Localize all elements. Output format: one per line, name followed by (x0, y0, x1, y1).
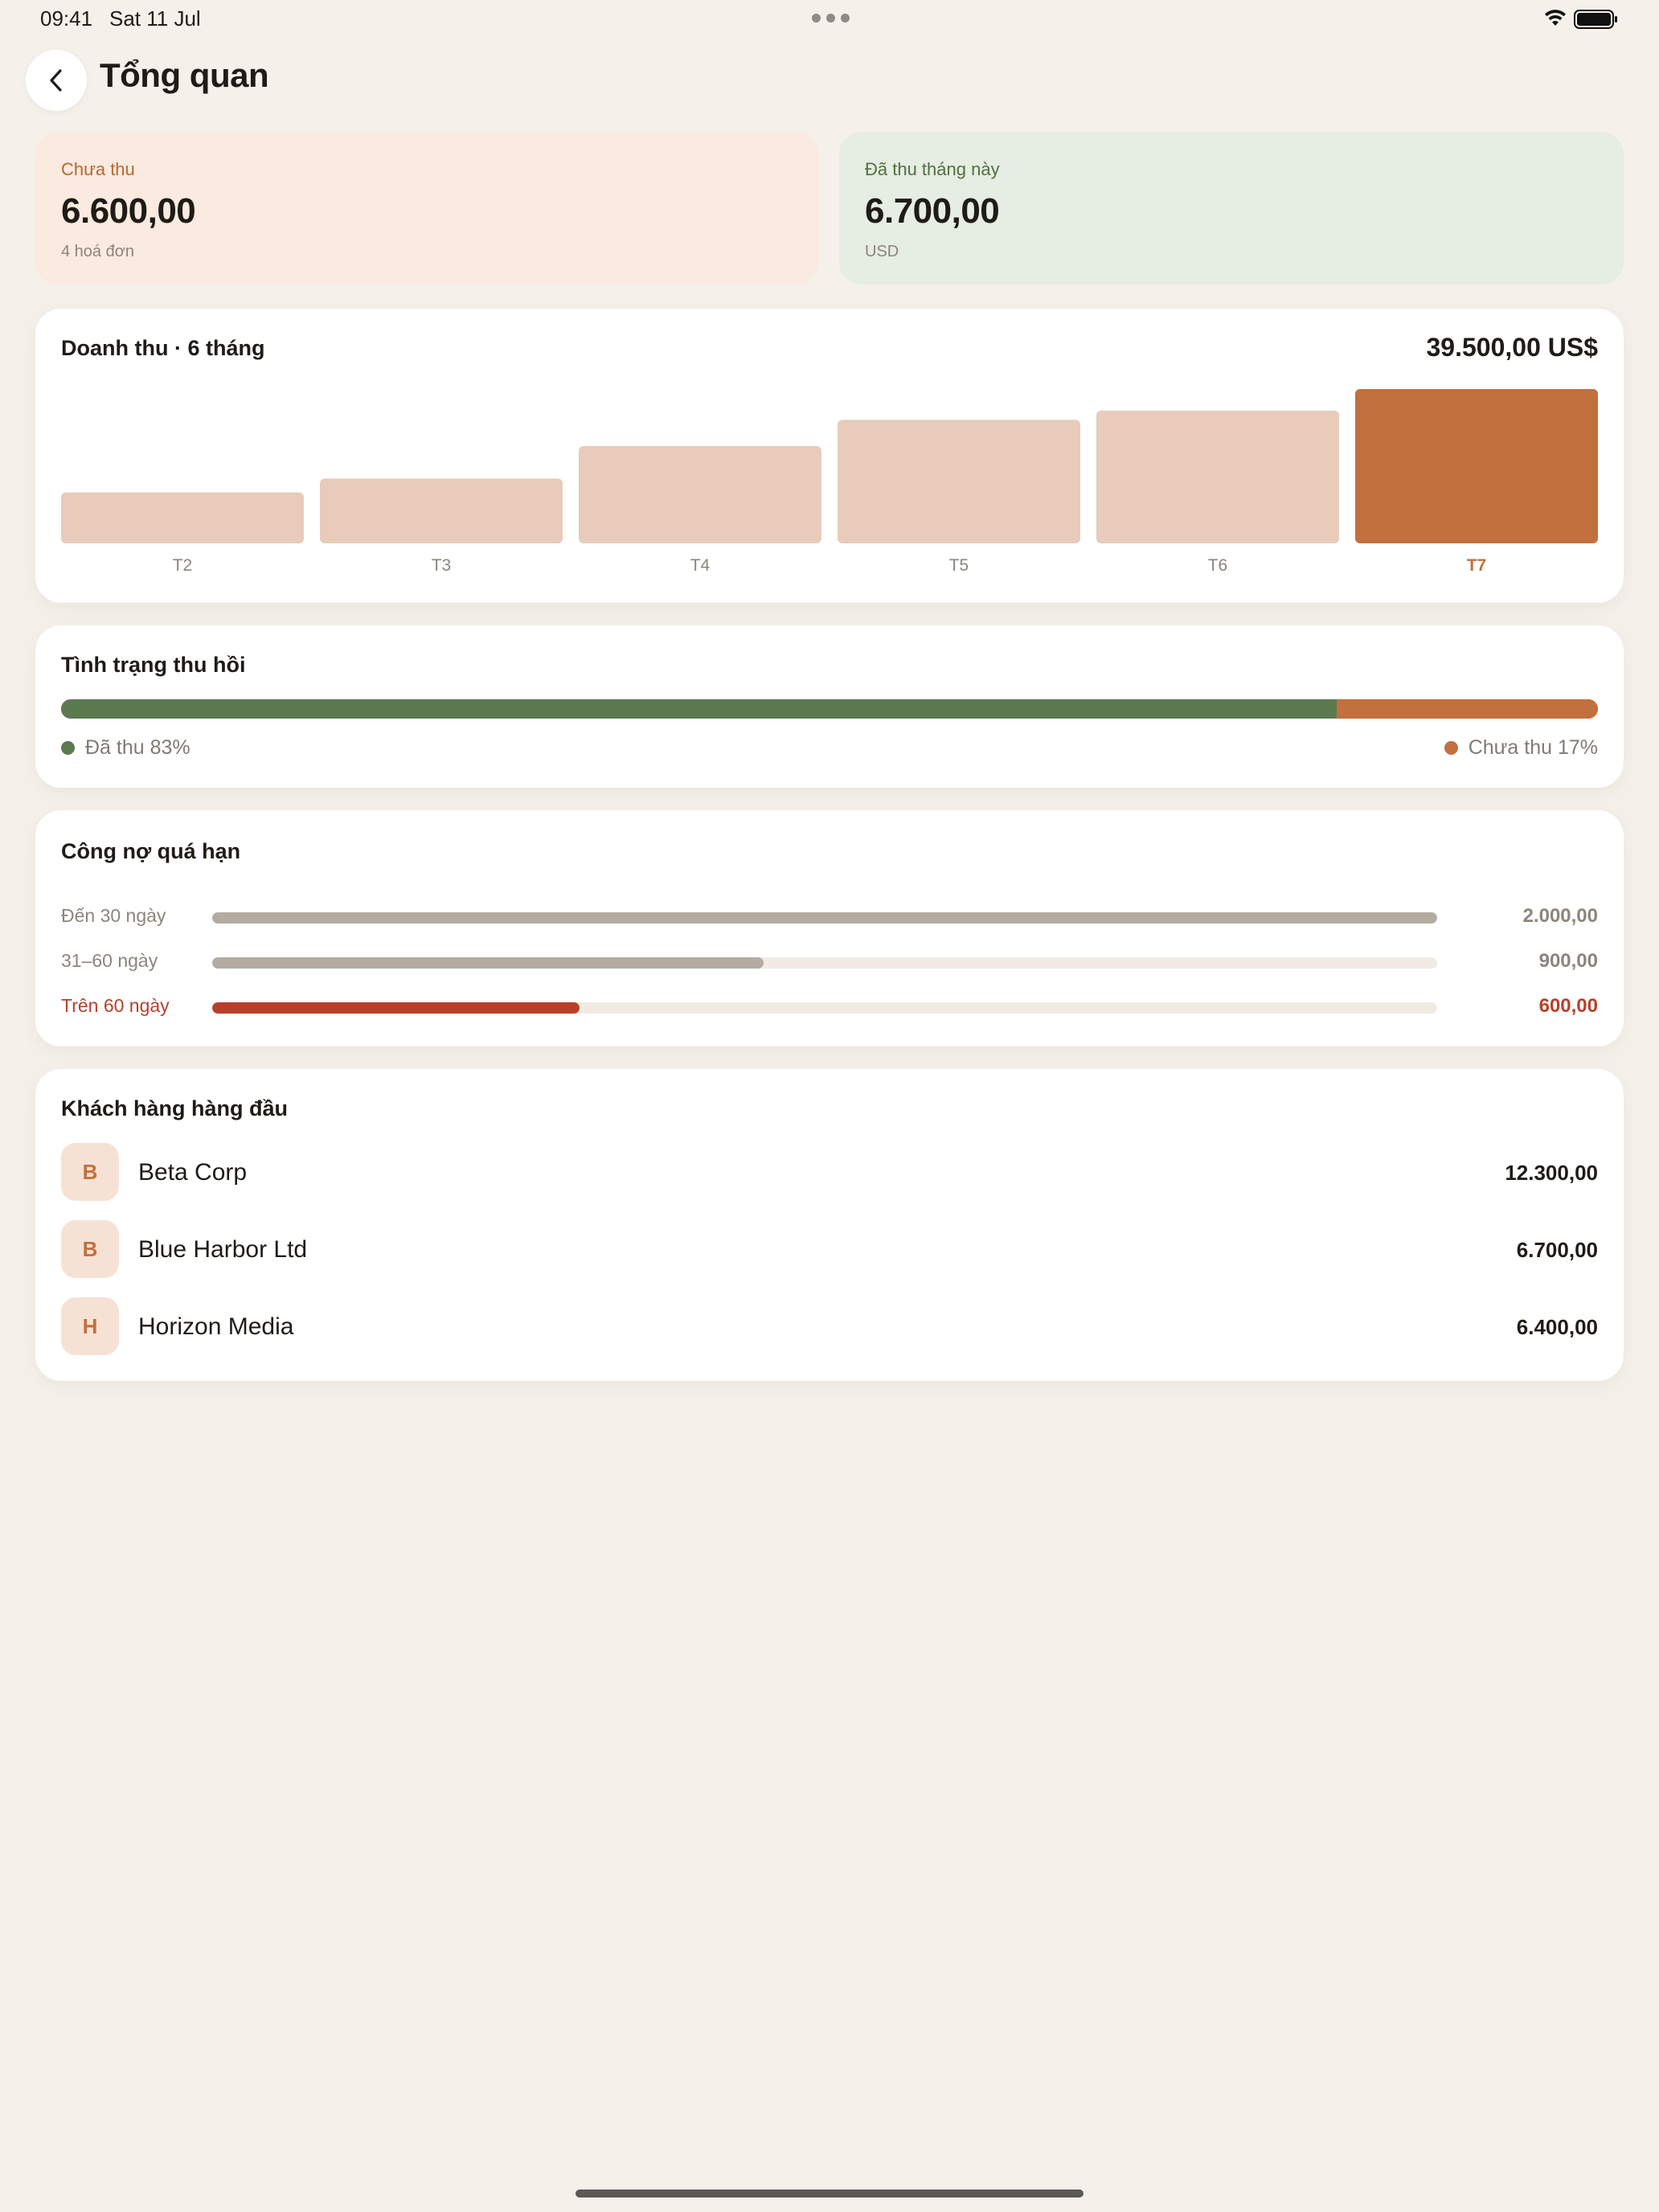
status-time: 09:41 (40, 6, 93, 31)
avatar: B (61, 1220, 119, 1278)
overdue-title: Công nợ quá hạn (61, 839, 241, 863)
overdue-row-fill (212, 1002, 580, 1014)
paid-dot-icon (61, 741, 75, 755)
revenue-card: Doanh thu · 6 tháng 39.500,00 US$ T2 T3 T4… (35, 309, 1624, 603)
overdue-row-label: Đến 30 ngày (61, 905, 166, 926)
revenue-total: 39.500,00 US$ (1426, 333, 1599, 362)
status-date: Sat 11 Jul (109, 6, 201, 31)
avatar: H (61, 1297, 119, 1355)
unpaid-invoice-count: 4 hoá đơn (61, 243, 134, 260)
collection-title: Tình trạng thu hồi (61, 653, 246, 677)
revenue-title: Doanh thu · 6 tháng (61, 336, 265, 360)
overdue-row-value: 900,00 (1538, 950, 1598, 972)
legend-unpaid-label: Chưa thu 17% (1468, 736, 1598, 759)
top-customers-card: Khách hàng hàng đầu B Beta Corp 12.300,0… (35, 1069, 1624, 1381)
customer-row[interactable]: B Blue Harbor Ltd 6.700,00 (61, 1220, 1598, 1278)
overdue-row[interactable]: Trên 60 ngày 600,00 (61, 992, 1598, 1024)
customer-name: Blue Harbor Ltd (138, 1236, 308, 1263)
revenue-tick-label: T6 (1208, 556, 1228, 572)
revenue-bar-chart: T2 T3 T4 T5 T6 T7 (61, 389, 1598, 572)
overdue-row-fill (212, 912, 1437, 924)
overdue-row-label: 31–60 ngày (61, 950, 158, 971)
multitasking-dots-icon[interactable] (812, 14, 850, 23)
overdue-row-value: 600,00 (1538, 995, 1598, 1017)
overdue-row[interactable]: 31–60 ngày 900,00 (61, 947, 1598, 979)
customer-name: Horizon Media (138, 1313, 294, 1340)
revenue-tick-label: T4 (690, 556, 711, 572)
revenue-tick-label: T5 (949, 556, 969, 572)
unpaid-label: Chưa thu (61, 159, 135, 179)
wifi-icon (1545, 10, 1566, 26)
overdue-row-value: 2.000,00 (1522, 905, 1598, 927)
revenue-bar-t4[interactable] (579, 446, 821, 543)
paid-summary-tile[interactable]: Đã thu tháng này 6.700,00 USD (839, 132, 1624, 285)
collection-unpaid-segment (1336, 699, 1598, 719)
revenue-bar-t2[interactable] (61, 492, 304, 543)
customer-amount: 6.700,00 (1516, 1238, 1598, 1262)
revenue-bar-t3[interactable] (320, 478, 563, 543)
customer-name: Beta Corp (138, 1159, 248, 1186)
overdue-row-track (212, 912, 1437, 924)
unpaid-summary-tile[interactable]: Chưa thu 6.600,00 4 hoá đơn (35, 132, 818, 285)
legend-unpaid: Chưa thu 17% (1444, 736, 1598, 760)
paid-currency: USD (865, 243, 899, 260)
overdue-row-label: Trên 60 ngày (61, 995, 170, 1016)
paid-value: 6.700,00 (865, 191, 1000, 231)
unpaid-value: 6.600,00 (61, 191, 196, 231)
back-button[interactable] (26, 50, 87, 111)
customer-amount: 6.400,00 (1516, 1315, 1598, 1339)
avatar: B (61, 1143, 119, 1201)
unpaid-dot-icon (1444, 741, 1458, 755)
customer-row[interactable]: H Horizon Media 6.400,00 (61, 1297, 1598, 1355)
revenue-bar-t5[interactable] (838, 420, 1080, 543)
collection-paid-segment (61, 699, 1337, 719)
collection-progress-bar (61, 699, 1598, 719)
revenue-tick-label: T2 (173, 556, 193, 572)
overdue-row-track (212, 1002, 1437, 1014)
revenue-bar-t6[interactable] (1096, 410, 1339, 543)
paid-label: Đã thu tháng này (865, 159, 1000, 179)
overdue-row-fill (212, 957, 764, 969)
home-indicator[interactable] (576, 2189, 1083, 2198)
battery-icon (1574, 10, 1617, 29)
overdue-row-track (212, 957, 1437, 969)
revenue-tick-label: T7 (1467, 556, 1487, 572)
revenue-bar-t7[interactable] (1355, 389, 1598, 543)
overdue-card: Công nợ quá hạn Đến 30 ngày 2.000,00 31–… (35, 810, 1624, 1047)
collection-status-card: Tình trạng thu hồi (35, 625, 1624, 788)
page-title: Tổng quan (100, 56, 269, 94)
customer-amount: 12.300,00 (1505, 1161, 1598, 1185)
customer-row[interactable]: B Beta Corp 12.300,00 (61, 1143, 1598, 1201)
revenue-tick-label: T3 (432, 556, 452, 572)
legend-paid-label: Đã thu 83% (85, 736, 190, 759)
overdue-row[interactable]: Đến 30 ngày 2.000,00 (61, 902, 1598, 934)
customers-title: Khách hàng hàng đầu (61, 1096, 289, 1120)
chevron-left-icon (50, 69, 62, 92)
legend-paid: Đã thu 83% (61, 736, 190, 760)
status-bar: 09:41 Sat 11 Jul (0, 0, 1659, 40)
